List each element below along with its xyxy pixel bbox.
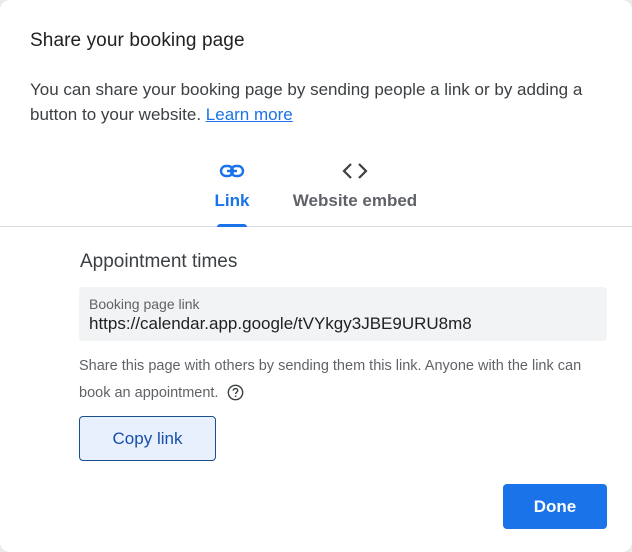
done-button[interactable]: Done: [503, 484, 607, 529]
help-circle-icon[interactable]: [227, 384, 244, 401]
tab-website-embed-label: Website embed: [292, 191, 418, 210]
share-tabs: Link Website embed: [0, 150, 632, 227]
share-help-text: Share this page with others by sending t…: [79, 353, 609, 407]
booking-link-label: Booking page link: [89, 296, 200, 312]
link-icon: [219, 164, 245, 178]
code-icon: [342, 163, 368, 179]
dialog-description: You can share your booking page by sendi…: [30, 77, 610, 127]
description-text: You can share your booking page by sendi…: [30, 80, 583, 124]
tab-link-label: Link: [214, 191, 250, 210]
dialog-title: Share your booking page: [30, 30, 245, 51]
share-booking-dialog: Share your booking page You can share yo…: [0, 0, 632, 552]
help-text: Share this page with others by sending t…: [79, 358, 582, 401]
copy-link-button[interactable]: Copy link: [79, 416, 216, 461]
booking-link-value[interactable]: https://calendar.app.google/tVYkgy3JBE9U…: [89, 314, 472, 334]
tab-link[interactable]: Link: [205, 150, 259, 226]
section-title: Appointment times: [80, 251, 238, 272]
active-tab-indicator: [217, 224, 247, 227]
learn-more-link[interactable]: Learn more: [206, 105, 293, 124]
booking-link-field[interactable]: Booking page link https://calendar.app.g…: [79, 287, 607, 341]
tab-website-embed[interactable]: Website embed: [285, 150, 425, 226]
